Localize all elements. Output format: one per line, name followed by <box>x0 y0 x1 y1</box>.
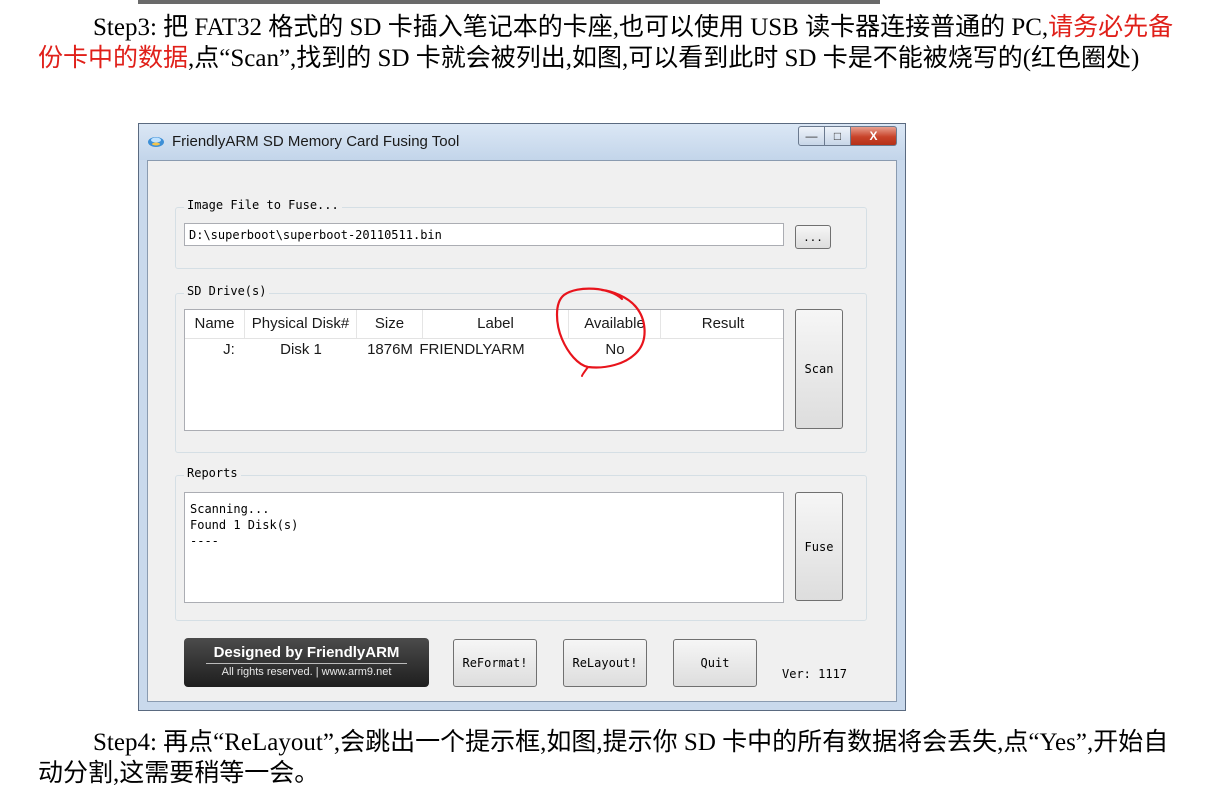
fuse-button[interactable]: Fuse <box>795 492 843 601</box>
cell-label: FRIENDLYARM <box>419 341 525 358</box>
step4-paragraph: Step4: 再点“ReLayout”,会跳出一个提示框,如图,提示你 SD 卡… <box>38 729 1169 787</box>
window-client-area: Image File to Fuse... D:\superboot\super… <box>147 160 897 702</box>
title-bar[interactable]: FriendlyARM SD Memory Card Fusing Tool —… <box>139 124 905 160</box>
window-controls: — □ X <box>798 126 897 146</box>
quit-button[interactable]: Quit <box>673 639 757 687</box>
maximize-button[interactable]: □ <box>825 126 851 146</box>
red-annotation-circle <box>555 287 646 377</box>
cell-result <box>661 338 785 362</box>
column-size[interactable]: Size <box>357 310 423 338</box>
window-title: FriendlyARM SD Memory Card Fusing Tool <box>172 133 460 150</box>
logo-divider <box>206 663 407 664</box>
column-result[interactable]: Result <box>661 310 785 338</box>
step3-prefix: Step3: 把 FAT32 格式的 SD 卡插入笔记本的卡座,也可以使用 US… <box>93 14 1049 41</box>
reports-group-label: Reports <box>184 466 241 480</box>
close-button[interactable]: X <box>851 126 897 146</box>
reformat-button[interactable]: ReFormat! <box>453 639 537 687</box>
cell-size: 1876M <box>367 341 413 358</box>
column-physical-disk[interactable]: Physical Disk# <box>245 310 357 338</box>
relayout-button[interactable]: ReLayout! <box>563 639 647 687</box>
logo-subtitle: All rights reserved. | www.arm9.net <box>221 666 392 678</box>
sd-drives-group-label: SD Drive(s) <box>184 284 270 298</box>
logo-title: Designed by FriendlyARM <box>213 644 400 661</box>
column-label[interactable]: Label <box>423 310 569 338</box>
report-line: ---- <box>190 534 219 548</box>
table-row[interactable]: J: Disk 1 1876M FRIENDLYARM No <box>185 338 783 362</box>
drive-list-header: Name Physical Disk# Size Label Available… <box>185 310 783 339</box>
friendlyarm-logo: Designed by FriendlyARM All rights reser… <box>184 638 429 687</box>
report-line: Scanning... <box>190 502 270 516</box>
drive-list[interactable]: Name Physical Disk# Size Label Available… <box>184 309 784 431</box>
minimize-button[interactable]: — <box>798 126 825 146</box>
step3-suffix: ,点“Scan”,找到的 SD 卡就会被列出,如图,可以看到此时 SD 卡是不能… <box>188 45 1140 72</box>
browse-button[interactable]: ... <box>795 225 831 249</box>
step3-paragraph: Step3: 把 FAT32 格式的 SD 卡插入笔记本的卡座,也可以使用 US… <box>38 12 1178 74</box>
cell-physical-disk: Disk 1 <box>280 341 322 358</box>
image-file-group-label: Image File to Fuse... <box>184 198 342 212</box>
scan-button[interactable]: Scan <box>795 309 843 429</box>
column-name[interactable]: Name <box>185 310 245 338</box>
top-screenshot-edge <box>138 0 880 4</box>
fusing-tool-window: FriendlyARM SD Memory Card Fusing Tool —… <box>138 123 906 711</box>
version-label: Ver: 1117 <box>782 667 848 681</box>
report-line: Found 1 Disk(s) <box>190 518 299 532</box>
image-path-field[interactable]: D:\superboot\superboot-20110511.bin <box>184 223 784 246</box>
report-output[interactable]: Scanning... Found 1 Disk(s) ---- <box>184 492 784 603</box>
app-icon <box>148 137 164 147</box>
